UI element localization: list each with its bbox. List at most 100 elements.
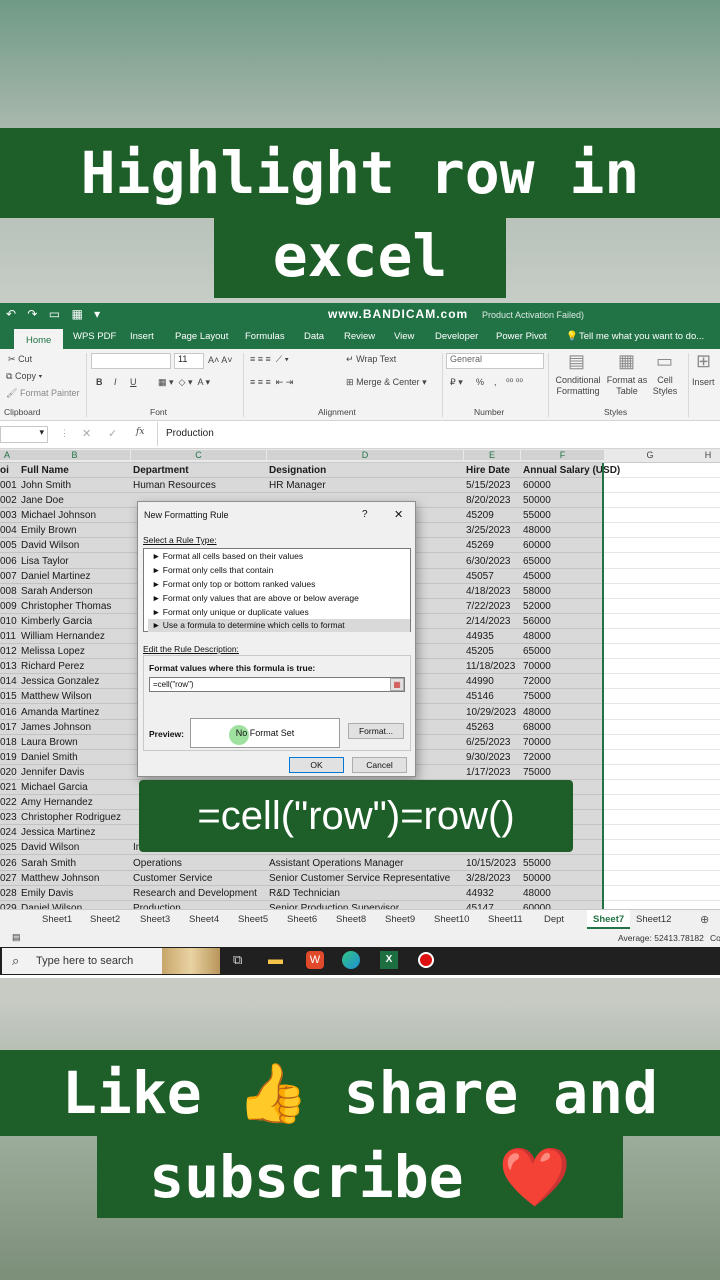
ok-button[interactable]: OK (289, 757, 344, 773)
rule-type-option[interactable]: ► Format only cells that contain (148, 564, 410, 577)
decimal-icons[interactable]: ⁰⁰ ⁰⁰ (506, 377, 523, 388)
merge-center-button[interactable]: ⊞ Merge & Center ▾ (346, 377, 427, 388)
cell-id[interactable]: 022 (0, 795, 17, 810)
sheet-tab[interactable]: Sheet12 (636, 914, 671, 925)
rule-type-option[interactable]: ► Format all cells based on their values (148, 550, 410, 563)
cell-id[interactable]: 010 (0, 614, 17, 629)
align-top-icons[interactable]: ≡ ≡ ≡ ⟋ ▾ (250, 354, 289, 365)
cell-salary[interactable]: 65000 (523, 554, 551, 569)
cell-hire[interactable]: 45209 (466, 508, 494, 523)
cell-styles-button[interactable]: Cell Styles (648, 375, 682, 397)
cell-id[interactable]: 023 (0, 810, 17, 825)
name-box[interactable]: ▾ (0, 426, 48, 443)
cell-id[interactable]: 009 (0, 599, 17, 614)
column-header-e[interactable]: E (464, 450, 520, 460)
cell-c-header[interactable]: Department (133, 463, 189, 478)
cancel-entry-icon[interactable]: ✕ (82, 427, 91, 440)
copy-button[interactable]: ⧉ Copy ▾ (6, 371, 42, 382)
number-format-select[interactable]: General (446, 353, 544, 369)
cell-salary[interactable]: 72000 (523, 750, 551, 765)
cell-salary[interactable]: 48000 (523, 523, 551, 538)
cell-name[interactable]: Christopher Rodriguez (21, 810, 121, 825)
tab-view[interactable]: View (394, 331, 414, 342)
cell-hire[interactable]: 2/14/2023 (466, 614, 511, 629)
cancel-button[interactable]: Cancel (352, 757, 407, 773)
cell-salary[interactable]: 60000 (523, 478, 551, 493)
cell-id[interactable]: 006 (0, 554, 17, 569)
cell-dept[interactable]: Production (133, 901, 181, 909)
cell-hire[interactable]: 4/18/2023 (466, 584, 511, 599)
cell-id[interactable]: 020 (0, 765, 17, 780)
cell-name[interactable]: Jessica Martinez (21, 825, 95, 840)
sheet-tab[interactable]: Sheet8 (336, 914, 366, 925)
close-icon[interactable]: ✕ (394, 508, 403, 521)
cell-hire[interactable]: 3/28/2023 (466, 871, 511, 886)
cell-name[interactable]: Jessica Gonzalez (21, 674, 99, 689)
cell-name[interactable]: Richard Perez (21, 659, 84, 674)
column-header-g[interactable]: G (604, 450, 696, 460)
cell-name[interactable]: Amy Hernandez (21, 795, 93, 810)
tab-insert[interactable]: Insert (130, 331, 154, 342)
add-sheet-icon[interactable]: ⊕ (700, 913, 709, 926)
cell-name[interactable]: Sarah Smith (21, 856, 76, 871)
italic-button[interactable]: I (114, 377, 117, 387)
cell-a-header[interactable]: oi (0, 463, 9, 478)
tab-power-pivot[interactable]: Power Pivot (496, 331, 547, 342)
cell-hire[interactable]: 10/15/2023 (466, 856, 516, 871)
formula-input[interactable]: Production (157, 422, 720, 446)
cell-hire[interactable]: 45146 (466, 689, 494, 704)
cell-id[interactable]: 011 (0, 629, 16, 644)
font-size-select[interactable]: 11 (174, 353, 204, 369)
sheet-tab[interactable]: Sheet9 (385, 914, 415, 925)
cell-id[interactable]: 007 (0, 569, 17, 584)
cell-e-header[interactable]: Hire Date (466, 463, 510, 478)
tab-developer[interactable]: Developer (435, 331, 478, 342)
format-button[interactable]: Format... (348, 723, 404, 739)
cell-hire[interactable]: 5/15/2023 (466, 478, 511, 493)
format-as-table-button[interactable]: Format as Table (605, 375, 649, 397)
cell-salary[interactable]: 75000 (523, 689, 551, 704)
cell-salary[interactable]: 68000 (523, 720, 551, 735)
cell-salary[interactable]: 52000 (523, 599, 551, 614)
cell-name[interactable]: Daniel Martinez (21, 569, 90, 584)
cell-salary[interactable]: 65000 (523, 644, 551, 659)
range-selector-icon[interactable]: ▦ (390, 678, 404, 691)
record-icon[interactable] (418, 952, 434, 968)
excel-app-icon[interactable]: X (380, 951, 398, 969)
cell-desig[interactable]: HR Manager (269, 478, 326, 493)
cell-dept[interactable]: Human Resources (133, 478, 216, 493)
tab-page-layout[interactable]: Page Layout (175, 331, 228, 342)
cell-name[interactable]: Kimberly Garcia (21, 614, 92, 629)
cell-name[interactable]: Amanda Martinez (21, 705, 99, 720)
cell-salary[interactable]: 48000 (523, 629, 551, 644)
cell-id[interactable]: 004 (0, 523, 17, 538)
tell-me-search[interactable]: Tell me what you want to do... (579, 331, 704, 342)
cell-salary[interactable]: 75000 (523, 765, 551, 780)
insert-function-icon[interactable]: fx (136, 427, 144, 437)
cell-hire[interactable]: 9/30/2023 (466, 750, 511, 765)
cell-id[interactable]: 008 (0, 584, 17, 599)
cell-name[interactable]: John Smith (21, 478, 71, 493)
cell-name[interactable]: Jane Doe (21, 493, 64, 508)
cell-salary[interactable]: 60000 (523, 538, 551, 553)
cell-hire[interactable]: 44935 (466, 629, 494, 644)
currency-icon[interactable]: ₽ ▾ (450, 377, 463, 388)
cell-name[interactable]: Emily Brown (21, 523, 77, 538)
cell-id[interactable]: 016 (0, 705, 17, 720)
cell-hire[interactable]: 45269 (466, 538, 494, 553)
cell-name[interactable]: William Hernandez (21, 629, 105, 644)
rule-type-option[interactable]: ► Format only unique or duplicate values (148, 606, 410, 619)
cut-button[interactable]: ✂ Cut (8, 354, 32, 365)
rule-type-option[interactable]: ► Format only top or bottom ranked value… (148, 578, 410, 591)
cell-hire[interactable]: 44932 (466, 886, 494, 901)
insert-button[interactable]: Insert (692, 377, 715, 387)
column-header-d[interactable]: D (267, 450, 463, 460)
cell-salary[interactable]: 70000 (523, 735, 551, 750)
comma-button[interactable]: , (494, 377, 497, 387)
cell-hire[interactable]: 6/25/2023 (466, 735, 511, 750)
cell-id[interactable]: 029 (0, 901, 17, 909)
task-view-icon[interactable]: ⧉ (233, 952, 242, 968)
taskbar-search[interactable]: ⌕ Type here to search (2, 948, 220, 974)
rule-type-option-selected[interactable]: ► Use a formula to determine which cells… (148, 619, 410, 632)
cell-hire[interactable]: 11/18/2023 (466, 659, 515, 674)
